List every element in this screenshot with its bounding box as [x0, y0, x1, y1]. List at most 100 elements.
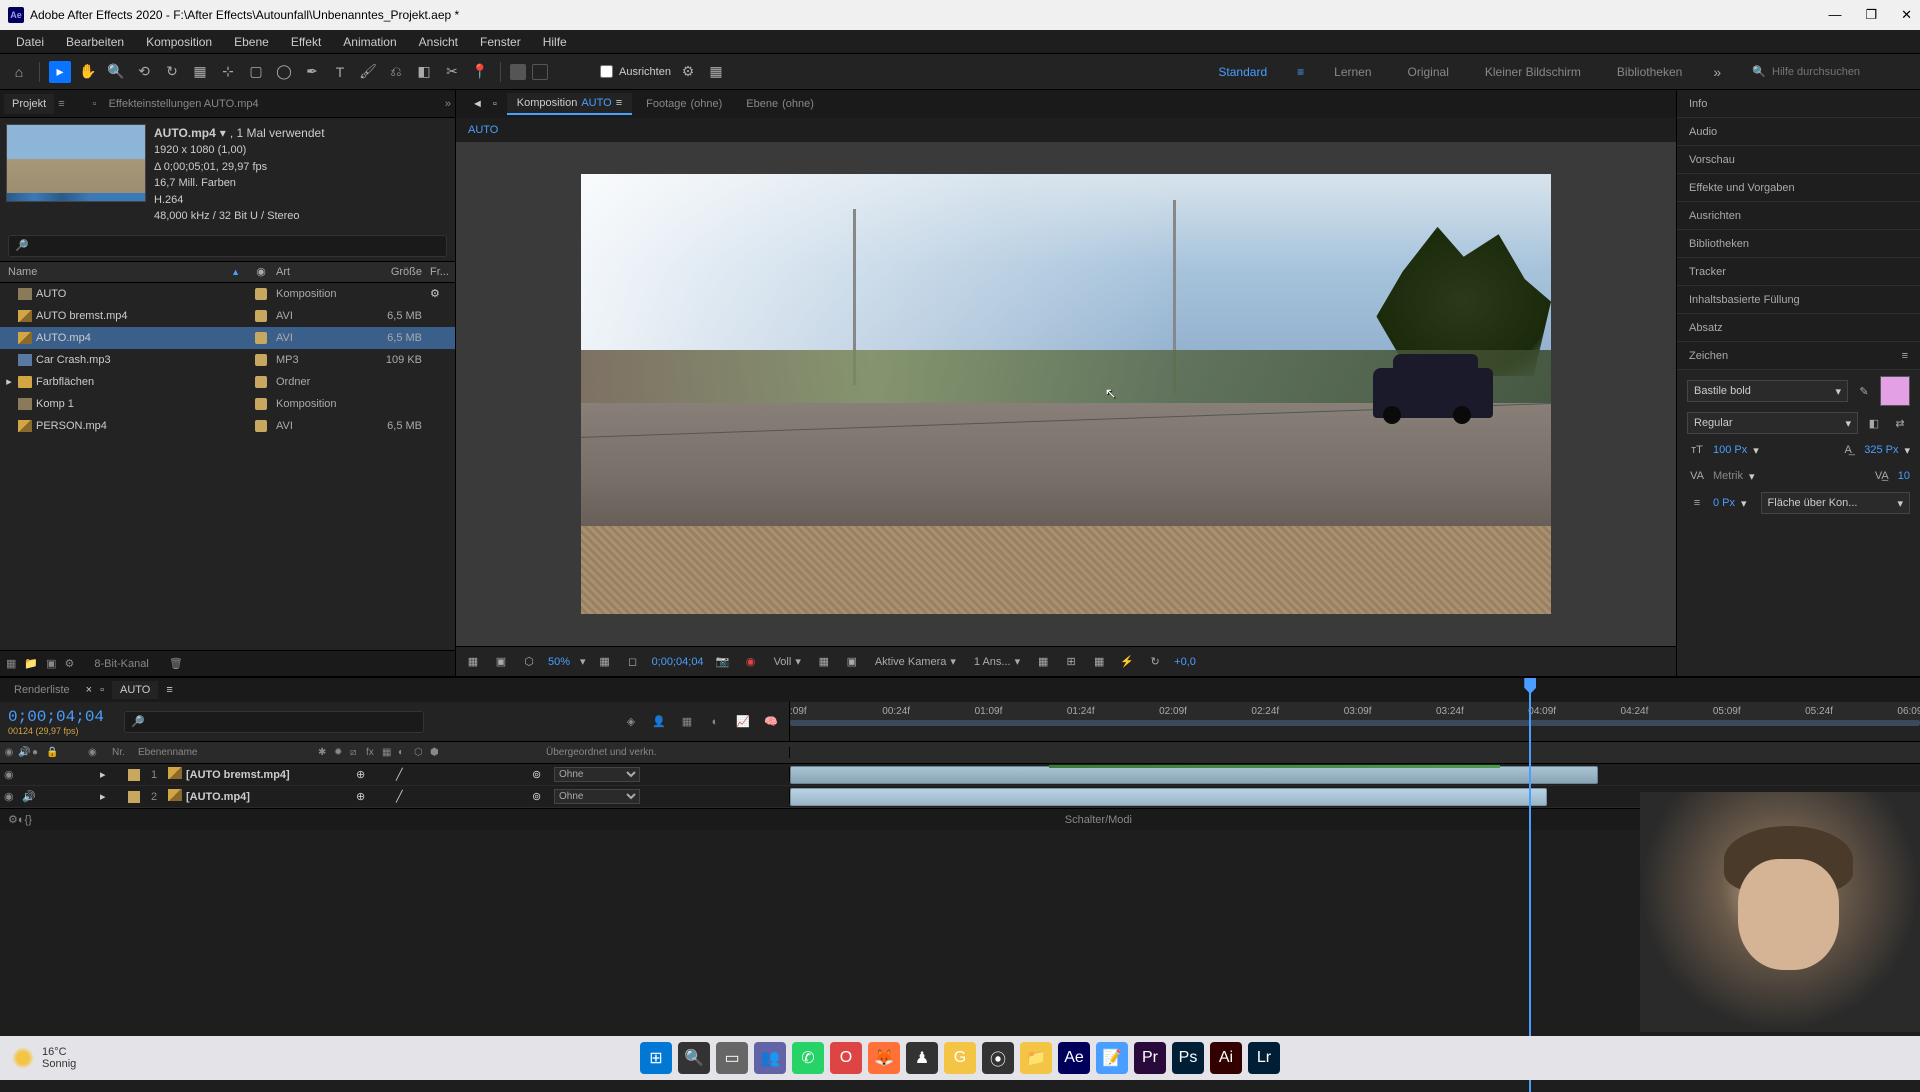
- orbit-tool[interactable]: ⟲: [133, 61, 155, 83]
- exposure[interactable]: +0,0: [1174, 656, 1196, 668]
- text-tool[interactable]: T: [329, 61, 351, 83]
- viewport[interactable]: [456, 142, 1676, 646]
- col-parent[interactable]: Übergeordnet und verkn.: [546, 747, 657, 758]
- layer-list[interactable]: ◉▸1[AUTO bremst.mp4]⊕╱⊚Ohne◉🔊▸2[AUTO.mp4…: [0, 764, 1920, 808]
- playhead[interactable]: [1524, 678, 1536, 1066]
- home-tool[interactable]: ⌂: [8, 61, 30, 83]
- font-family-select[interactable]: Bastile bold▾: [1687, 380, 1848, 402]
- menu-datei[interactable]: Datei: [6, 32, 54, 52]
- menu-effekt[interactable]: Effekt: [281, 32, 331, 52]
- roi-icon[interactable]: ◻: [624, 653, 642, 671]
- work-area-bar[interactable]: [790, 720, 1920, 726]
- workspace-bibliotheken[interactable]: Bibliotheken: [1611, 61, 1688, 83]
- ellipse-tool[interactable]: ◯: [273, 61, 295, 83]
- grid-icon[interactable]: ▦: [705, 61, 727, 83]
- visibility-toggle[interactable]: ◉: [4, 768, 18, 782]
- fill-color-swatch[interactable]: [1880, 376, 1910, 406]
- taskbar-app[interactable]: ▭: [716, 1042, 748, 1074]
- font-size[interactable]: 100 Px: [1713, 444, 1747, 456]
- taskbar-app[interactable]: 📝: [1096, 1042, 1128, 1074]
- col-number[interactable]: Nr.: [112, 747, 138, 758]
- camera-select[interactable]: Aktive Kamera ▾: [871, 655, 960, 668]
- workspace-lernen[interactable]: Lernen: [1328, 61, 1377, 83]
- tab-project[interactable]: Projekt: [4, 94, 54, 114]
- taskbar-app[interactable]: ♟: [906, 1042, 938, 1074]
- project-item[interactable]: Komp 1Komposition: [0, 393, 455, 415]
- motion-blur-icon[interactable]: ◐: [705, 712, 725, 732]
- panel-overflow-icon[interactable]: »: [445, 98, 451, 110]
- taskbar-app[interactable]: ✆: [792, 1042, 824, 1074]
- camera-tool[interactable]: ▦: [189, 61, 211, 83]
- resolution-select[interactable]: Voll ▾: [770, 655, 805, 668]
- snapshot-icon[interactable]: 📷: [714, 653, 732, 671]
- switch7-icon[interactable]: ⬡: [414, 747, 430, 758]
- switch1-icon[interactable]: ✱: [318, 747, 334, 758]
- tab-renderlist[interactable]: Renderliste: [6, 681, 78, 699]
- zoom-dropdown-icon[interactable]: ▾: [580, 655, 586, 668]
- solo-col-icon[interactable]: ●: [32, 747, 46, 758]
- fill-over-select[interactable]: Fläche über Kon...▾: [1761, 492, 1910, 514]
- tracking[interactable]: 10: [1898, 470, 1910, 482]
- colormgmt-icon[interactable]: ◉: [742, 653, 760, 671]
- back-icon[interactable]: ◄: [472, 98, 483, 110]
- help-search[interactable]: 🔍: [1752, 65, 1912, 78]
- snap-opts-icon[interactable]: ⚙: [677, 61, 699, 83]
- guides-icon[interactable]: ▦: [1034, 653, 1052, 671]
- project-search[interactable]: 🔎: [8, 235, 447, 257]
- rect-tool[interactable]: ▢: [245, 61, 267, 83]
- workspace-kleiner bildschirm[interactable]: Kleiner Bildschirm: [1479, 61, 1587, 83]
- rotate-tool[interactable]: ↻: [161, 61, 183, 83]
- panel-effekte-und-vorgaben[interactable]: Effekte und Vorgaben: [1677, 174, 1920, 202]
- bit-depth[interactable]: 8-Bit-Kanal: [94, 658, 148, 670]
- tab-lock-icon[interactable]: ▫: [100, 684, 104, 696]
- lock-icon[interactable]: ▫: [493, 98, 497, 110]
- eyedropper-icon[interactable]: ✎: [1854, 381, 1874, 401]
- clone-tool[interactable]: ⎌: [385, 61, 407, 83]
- workspace-standard[interactable]: Standard: [1212, 61, 1273, 83]
- project-item[interactable]: AUTO bremst.mp4AVI6,5 MB: [0, 305, 455, 327]
- swap-colors-icon[interactable]: ⇄: [1890, 413, 1910, 433]
- panel-inhaltsbasierte-füllung[interactable]: Inhaltsbasierte Füllung: [1677, 286, 1920, 314]
- taskbar-app[interactable]: ⦿: [982, 1042, 1014, 1074]
- taskbar-app[interactable]: Lr: [1248, 1042, 1280, 1074]
- timeline-search[interactable]: 🔎: [124, 711, 424, 733]
- label-col-icon[interactable]: ◉: [88, 747, 112, 758]
- workspace-original[interactable]: Original: [1402, 61, 1455, 83]
- project-list[interactable]: AUTOKomposition⚙AUTO bremst.mp4AVI6,5 MB…: [0, 283, 455, 651]
- layer-clip[interactable]: [790, 766, 1598, 784]
- switches-modes[interactable]: Schalter/Modi: [1065, 814, 1132, 826]
- workspace-overflow-icon[interactable]: »: [1706, 61, 1728, 83]
- pen-tool[interactable]: ✒: [301, 61, 323, 83]
- pin-tool[interactable]: 📍: [469, 61, 491, 83]
- brush-tool[interactable]: 🖌: [357, 61, 379, 83]
- layer-row[interactable]: ◉🔊▸2[AUTO.mp4]⊕╱⊚Ohne: [0, 786, 1920, 808]
- menu-bearbeiten[interactable]: Bearbeiten: [56, 32, 134, 52]
- comp-tab[interactable]: Ebene (ohne): [736, 94, 824, 114]
- layer-clip[interactable]: [790, 788, 1547, 806]
- taskbar-app[interactable]: 🔍: [678, 1042, 710, 1074]
- toggle-switches-icon[interactable]: ⚙: [8, 813, 18, 826]
- trash-icon[interactable]: 🗑: [169, 657, 183, 670]
- project-item[interactable]: AUTO.mp4AVI6,5 MB: [0, 327, 455, 349]
- stroke-toggle-icon[interactable]: ◧: [1864, 413, 1884, 433]
- taskbar-app[interactable]: 👥: [754, 1042, 786, 1074]
- taskbar-app[interactable]: Pr: [1134, 1042, 1166, 1074]
- taskbar-app[interactable]: 🦊: [868, 1042, 900, 1074]
- zoom-tool[interactable]: 🔍: [105, 61, 127, 83]
- toggle3-icon[interactable]: {}: [25, 814, 32, 826]
- anchor-tool[interactable]: ⊹: [217, 61, 239, 83]
- col-size[interactable]: Größe: [370, 266, 430, 278]
- roto-tool[interactable]: ✂: [441, 61, 463, 83]
- col-name[interactable]: Name: [8, 266, 37, 278]
- toggle2-icon[interactable]: ◐: [18, 814, 25, 826]
- audio-toggle[interactable]: 🔊: [22, 790, 36, 803]
- project-item[interactable]: PERSON.mp4AVI6,5 MB: [0, 415, 455, 437]
- snap-checkbox[interactable]: [600, 65, 613, 78]
- weather-widget[interactable]: 16°CSonnig: [12, 1046, 76, 1070]
- font-style-select[interactable]: Regular▾: [1687, 412, 1858, 434]
- eraser-tool[interactable]: ◧: [413, 61, 435, 83]
- taskbar-app[interactable]: 📁: [1020, 1042, 1052, 1074]
- visibility-col-icon[interactable]: ◉: [0, 747, 18, 758]
- settings-icon[interactable]: ⚙: [65, 657, 75, 670]
- fast-icon[interactable]: ⚡: [1118, 653, 1136, 671]
